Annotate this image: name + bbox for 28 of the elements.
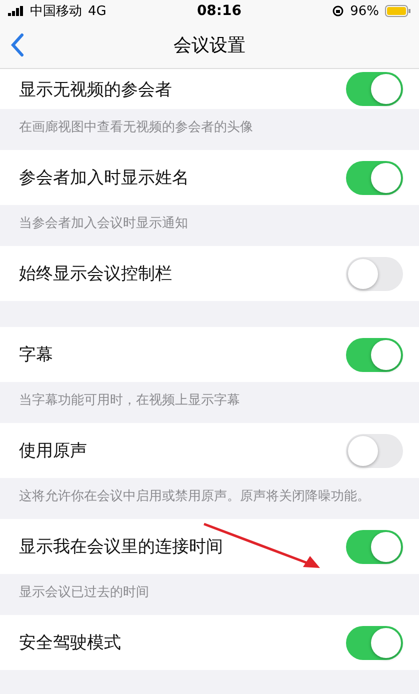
page-title: 会议设置 (172, 34, 246, 57)
toggle-switch[interactable] (346, 72, 403, 106)
toggle-switch[interactable] (346, 256, 403, 290)
setting-description: 显示会议已过去的时间 (18, 584, 150, 602)
network-text: 4G (88, 4, 106, 18)
setting-description: 当参会者加入会议时显示通知 (18, 215, 189, 233)
setting-label: 显示无视频的参会者 (19, 78, 172, 100)
toggle-switch[interactable] (346, 160, 403, 194)
toggle-switch[interactable] (346, 338, 403, 372)
setting-description: 这将允许你在会议中启用或禁用原声。原声将关闭降噪功能。 (18, 488, 371, 506)
setting-description: 当字幕功能可用时，在视频上显示字幕 (18, 392, 241, 410)
carrier-text: 中国移动 (30, 3, 82, 20)
setting-label: 始终显示会议控制栏 (19, 263, 172, 285)
rotation-lock-icon (332, 5, 344, 17)
setting-description: 在画廊视图中查看无视频的参会者的头像 (18, 119, 254, 137)
setting-label: 安全驾驶模式 (19, 632, 121, 654)
setting-label: 显示我在会议里的连接时间 (19, 536, 223, 558)
toggle-switch[interactable] (346, 434, 403, 468)
battery-icon (385, 5, 411, 17)
setting-label: 字幕 (19, 344, 53, 366)
toggle-switch[interactable] (346, 530, 403, 564)
signal-icon (8, 6, 24, 16)
battery-percent: 96% (350, 4, 379, 18)
toggle-switch[interactable] (346, 626, 403, 660)
back-icon[interactable] (10, 33, 24, 57)
clock-text: 08:16 (196, 3, 243, 19)
setting-label: 使用原声 (19, 440, 87, 462)
setting-label: 参会者加入时显示姓名 (19, 167, 189, 189)
